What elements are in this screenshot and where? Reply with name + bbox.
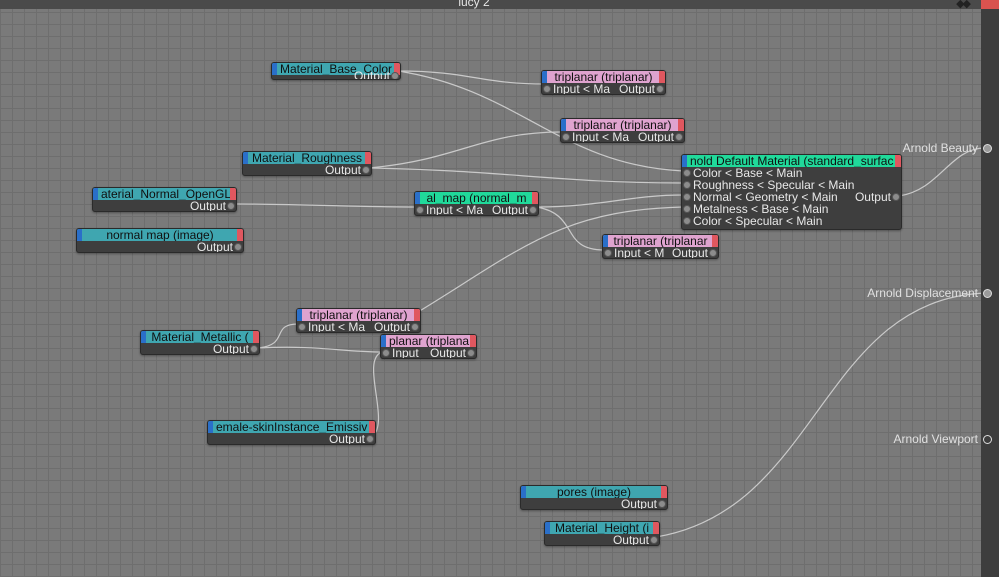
wire-normalgl-normalmap <box>233 203 417 208</box>
node-default-material[interactable]: nold Default Material (standard_surfac C… <box>681 154 902 230</box>
wire-roughness-material <box>367 167 684 184</box>
output-label: Output <box>328 432 365 445</box>
output-port[interactable] <box>234 243 242 251</box>
output-label: Output <box>429 346 466 359</box>
node-base-color[interactable]: Material_Base_Color Output <box>271 62 401 80</box>
node-emissive[interactable]: emale-skinInstance_Emissiv Output <box>207 420 376 445</box>
input-port[interactable] <box>298 323 306 331</box>
node-title: pores (image) <box>556 486 632 498</box>
input-port[interactable] <box>683 169 691 177</box>
wire-material-beauty <box>898 147 986 197</box>
wire-metallic-triplanar4 <box>257 323 299 349</box>
connection-wires <box>233 70 986 538</box>
wire-height-displacement <box>655 292 986 538</box>
input-port[interactable] <box>543 85 551 93</box>
output-port[interactable] <box>656 85 664 93</box>
output-port[interactable] <box>250 345 258 353</box>
node-pores[interactable]: pores (image) Output <box>520 485 668 510</box>
output-label: Output <box>353 69 390 80</box>
node-triplanar-5[interactable]: planar (triplana Input Output <box>380 334 477 359</box>
input-port[interactable] <box>683 181 691 189</box>
output-port[interactable] <box>366 435 374 443</box>
input-port[interactable] <box>382 349 390 357</box>
right-scroll-strip[interactable] <box>981 0 999 577</box>
output-displacement-label: Arnold Displacement <box>867 286 978 300</box>
node-triplanar-4[interactable]: triplanar (triplanar) Input < Ma Output <box>296 308 421 333</box>
node-triplanar-2[interactable]: triplanar (triplanar) Input < Ma Output <box>560 118 685 143</box>
output-port[interactable] <box>658 500 666 508</box>
wire-roughness-triplanar2 <box>367 131 563 169</box>
output-label: Output <box>491 203 528 216</box>
input-label: Input < Ma <box>553 82 611 95</box>
wire-triplanar4-material <box>417 206 684 313</box>
output-beauty-label: Arnold Beauty <box>902 141 978 155</box>
node-metallic[interactable]: Material_Metallic ( Output <box>140 330 260 355</box>
output-displacement-port[interactable] <box>983 289 992 298</box>
output-port[interactable] <box>892 193 900 201</box>
input-port[interactable] <box>683 217 691 225</box>
output-port[interactable] <box>411 323 419 331</box>
wire-normalmap-material <box>536 194 684 208</box>
output-port[interactable] <box>709 249 717 257</box>
output-port[interactable] <box>362 166 370 174</box>
node-normal-map-image[interactable]: normal map (image) Output <box>76 228 244 253</box>
node-tools-icon[interactable]: ◆◆ <box>956 0 971 9</box>
output-label: Output <box>618 82 655 95</box>
output-label: Output <box>189 199 226 212</box>
output-port[interactable] <box>391 72 399 79</box>
node-height[interactable]: Material_Height (i Output <box>544 521 660 546</box>
output-label: Output <box>196 240 233 253</box>
close-button[interactable] <box>981 0 999 9</box>
input-label: Input < Ma <box>308 320 366 333</box>
output-label: Output <box>854 190 891 204</box>
node-normal-opengl[interactable]: aterial_Normal_OpenGL Output <box>92 187 237 212</box>
input-port[interactable] <box>683 193 691 201</box>
output-beauty-port[interactable] <box>983 144 992 153</box>
input-label: Input < Ma <box>572 130 630 143</box>
output-label: Output <box>373 320 410 333</box>
node-triplanar-1[interactable]: triplanar (triplanar) Input < Ma Output <box>541 70 666 95</box>
output-label: Output <box>612 533 649 546</box>
input-label: Color < Specular < Main <box>693 214 823 228</box>
node-roughness[interactable]: Material_Roughness Output <box>242 151 372 176</box>
output-label: Output <box>637 130 674 143</box>
input-label: Input < M <box>614 246 665 259</box>
output-port[interactable] <box>529 206 537 214</box>
output-viewport-port[interactable] <box>983 435 992 444</box>
node-normal-map[interactable]: al_map (normal_m Input < Ma Output <box>414 191 539 216</box>
input-port[interactable] <box>683 205 691 213</box>
wire-normalmap-triplanar3 <box>536 206 605 251</box>
input-label: Input <box>392 346 419 359</box>
output-port[interactable] <box>467 349 475 357</box>
output-port[interactable] <box>650 536 658 544</box>
output-label: Output <box>324 163 361 176</box>
input-port[interactable] <box>416 206 424 214</box>
output-viewport-label: Arnold Viewport <box>893 432 979 446</box>
output-label: Output <box>671 246 708 259</box>
output-port[interactable] <box>227 202 235 210</box>
input-port[interactable] <box>562 133 570 141</box>
input-port[interactable] <box>604 249 612 257</box>
window-titlebar: lucy 2 ◆◆ <box>0 0 999 9</box>
output-label: Output <box>620 497 657 510</box>
output-label: Output <box>212 342 249 355</box>
wire-metallic-triplanar5 <box>257 346 383 353</box>
node-triplanar-3[interactable]: triplanar (triplanar Input < M Output <box>602 234 719 259</box>
wire-basecolor-triplanar1 <box>397 70 546 85</box>
output-port[interactable] <box>675 133 683 141</box>
input-label: Input < Ma <box>426 203 484 216</box>
window-title: lucy 2 <box>458 0 490 9</box>
